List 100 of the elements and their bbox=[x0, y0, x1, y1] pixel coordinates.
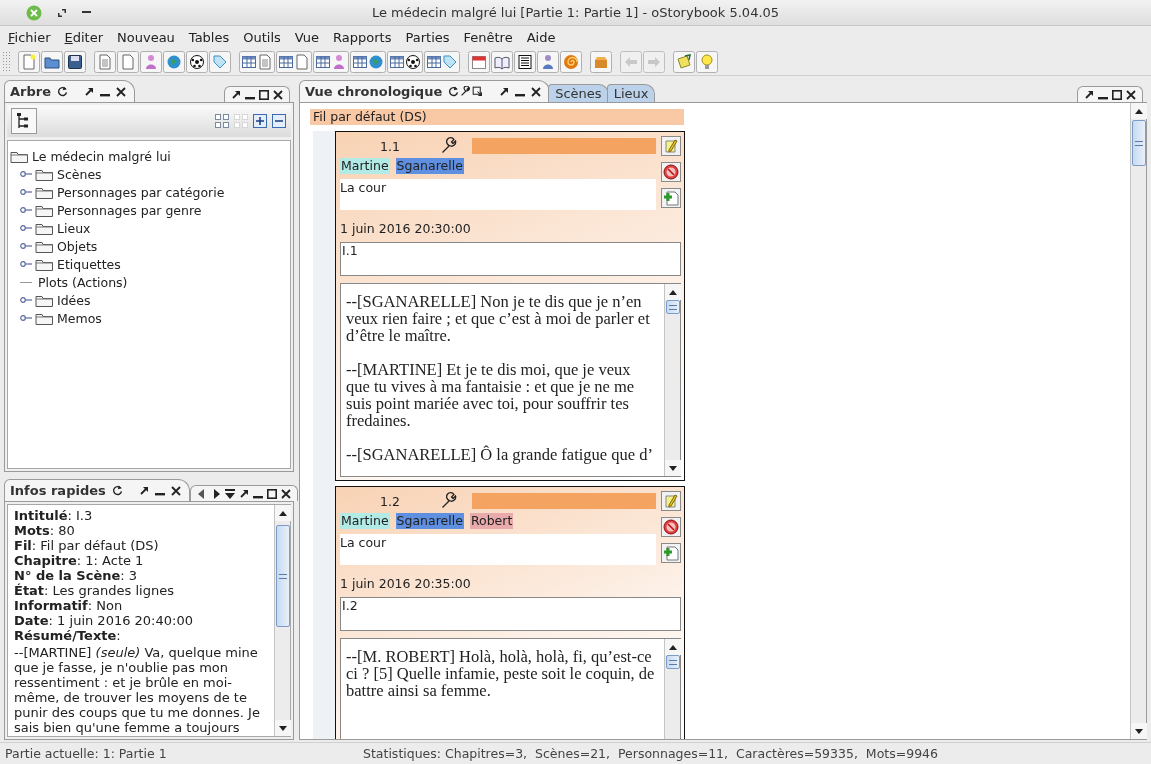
maximize-icon[interactable] bbox=[1112, 89, 1122, 100]
no-entry-icon[interactable] bbox=[661, 162, 681, 182]
menu-item[interactable]: Tables bbox=[181, 29, 237, 45]
tree-item[interactable]: Lieux bbox=[57, 220, 91, 236]
tree-icon[interactable] bbox=[11, 108, 37, 134]
info-line: Date: 1 juin 2016 20:40:00 bbox=[14, 613, 194, 628]
folder-icon[interactable] bbox=[41, 50, 63, 73]
tree-item[interactable]: Plots (Actions) bbox=[38, 274, 128, 290]
tab[interactable]: Arbre bbox=[4, 80, 135, 102]
scene-date: 1 juin 2016 20:30:00 bbox=[340, 221, 472, 237]
location-field: La cour bbox=[340, 179, 656, 210]
maximize-icon[interactable] bbox=[259, 89, 269, 100]
vertical-scrollbar[interactable] bbox=[274, 505, 290, 736]
pencil-icon[interactable] bbox=[661, 491, 681, 511]
expander-icon[interactable] bbox=[20, 206, 32, 214]
expander-icon[interactable] bbox=[20, 314, 32, 322]
diagonal-arrow-icon[interactable] bbox=[84, 86, 94, 97]
diagonal-arrow-icon[interactable] bbox=[138, 485, 149, 496]
note-icon[interactable] bbox=[673, 50, 695, 73]
menu-item[interactable]: Nouveau bbox=[110, 29, 182, 45]
refresh-icon[interactable] bbox=[448, 86, 460, 97]
menu-item[interactable]: Outils bbox=[236, 29, 288, 45]
export-icon[interactable] bbox=[472, 86, 484, 97]
tree-item[interactable]: Scènes bbox=[57, 166, 102, 182]
tab[interactable]: Vue chronologique bbox=[299, 80, 551, 102]
diagonal-arrow-icon[interactable] bbox=[1084, 89, 1094, 100]
tab[interactable]: Infos rapides bbox=[4, 479, 190, 501]
info-line: N° de la Scène: 3 bbox=[14, 568, 139, 583]
tree-item[interactable]: Memos bbox=[57, 310, 102, 326]
save-icon[interactable] bbox=[64, 50, 86, 73]
title-field[interactable]: I.1 bbox=[340, 242, 681, 276]
table-page-icon[interactable] bbox=[239, 50, 275, 73]
tree-item[interactable]: Idées bbox=[57, 292, 91, 308]
close-icon[interactable] bbox=[531, 86, 542, 97]
expander-icon[interactable] bbox=[20, 296, 32, 304]
restore-icon[interactable] bbox=[58, 8, 66, 17]
tree-item[interactable]: Objets bbox=[57, 238, 98, 254]
expander-icon[interactable] bbox=[20, 260, 32, 268]
tab[interactable]: Lieux bbox=[606, 84, 656, 102]
vertical-scrollbar[interactable] bbox=[664, 639, 680, 739]
table-tag-icon[interactable] bbox=[424, 50, 460, 73]
grid-icon[interactable] bbox=[214, 113, 230, 129]
tab[interactable]: Scènes bbox=[548, 84, 609, 102]
menu-item[interactable]: Aide bbox=[519, 29, 563, 45]
person-icon[interactable] bbox=[140, 50, 162, 73]
expander-icon[interactable] bbox=[20, 242, 32, 250]
list-icon[interactable] bbox=[514, 50, 536, 73]
wrench-icon[interactable] bbox=[440, 137, 458, 155]
close-icon[interactable] bbox=[280, 488, 291, 499]
text-editor[interactable] bbox=[340, 283, 681, 477]
no-entry-icon[interactable] bbox=[661, 517, 681, 537]
scene-number: 1.2 bbox=[379, 493, 401, 509]
close-icon[interactable] bbox=[116, 86, 126, 97]
title-field[interactable]: I.2 bbox=[340, 597, 681, 631]
refresh-icon[interactable] bbox=[57, 86, 68, 97]
close-icon[interactable] bbox=[170, 485, 181, 496]
menu-item[interactable]: Fenêtre bbox=[456, 29, 520, 45]
add-page-icon[interactable] bbox=[661, 543, 681, 563]
book-icon[interactable] bbox=[491, 50, 513, 73]
dotted-grid-icon[interactable] bbox=[233, 113, 249, 129]
close-icon[interactable] bbox=[1126, 89, 1136, 100]
expander-icon[interactable] bbox=[20, 188, 32, 196]
menu-item[interactable]: Vue bbox=[287, 29, 327, 45]
lightbulb-icon[interactable] bbox=[696, 50, 718, 73]
text-editor[interactable]: --[M. ROBERT] Holà, holà, holà, fi, qu’est-ce ci ? [5] Quelle infamie, peste soit le coquin, de battre ainsi sa femme. bbox=[340, 638, 681, 739]
menu-item[interactable]: Parties bbox=[398, 29, 457, 45]
expander-icon[interactable] bbox=[20, 170, 32, 178]
wrench-icon[interactable] bbox=[440, 492, 458, 510]
close-icon[interactable] bbox=[273, 89, 283, 100]
pencil-icon[interactable] bbox=[661, 136, 681, 156]
minimize-icon[interactable] bbox=[82, 11, 91, 14]
statistics-text: Statistiques: Chapitres=3, Scènes=21, Personnages=11, Caractères=59335, Mots=9946 bbox=[363, 746, 938, 761]
refresh-icon[interactable] bbox=[111, 485, 123, 496]
collapse-icon[interactable] bbox=[271, 113, 287, 129]
diagonal-arrow-icon[interactable] bbox=[231, 89, 241, 100]
spiral-icon[interactable] bbox=[560, 50, 582, 73]
menu-down-icon[interactable] bbox=[224, 488, 235, 499]
wrench-icon[interactable] bbox=[460, 86, 472, 97]
tree-item[interactable]: Le médecin malgré lui bbox=[32, 148, 171, 164]
menu-item[interactable]: Fichier bbox=[1, 29, 58, 45]
tree-item[interactable]: Personnages par catégorie bbox=[57, 184, 225, 200]
expand-icon[interactable] bbox=[252, 113, 268, 129]
vertical-scrollbar[interactable] bbox=[1130, 103, 1146, 739]
menu-item[interactable]: Editer bbox=[57, 29, 111, 45]
menu-item[interactable]: Rapports bbox=[326, 29, 399, 45]
add-page-icon[interactable] bbox=[661, 188, 681, 208]
maximize-icon[interactable] bbox=[266, 488, 277, 499]
table-globe-icon[interactable] bbox=[350, 50, 386, 73]
table-blank-page-icon[interactable] bbox=[276, 50, 312, 73]
table-person-icon[interactable] bbox=[313, 50, 349, 73]
expander-icon[interactable] bbox=[20, 224, 32, 232]
diagonal-arrow-icon[interactable] bbox=[499, 86, 510, 97]
tree-item[interactable]: Personnages par genre bbox=[57, 202, 202, 218]
tree-item[interactable]: Etiquettes bbox=[57, 256, 121, 272]
person-icon[interactable] bbox=[537, 50, 559, 73]
calendar-icon[interactable] bbox=[468, 50, 490, 73]
left-triangle-icon[interactable] bbox=[196, 488, 207, 499]
diagonal-arrow-icon[interactable] bbox=[238, 488, 249, 499]
vertical-scrollbar[interactable] bbox=[664, 284, 680, 476]
box-icon[interactable] bbox=[590, 50, 612, 73]
